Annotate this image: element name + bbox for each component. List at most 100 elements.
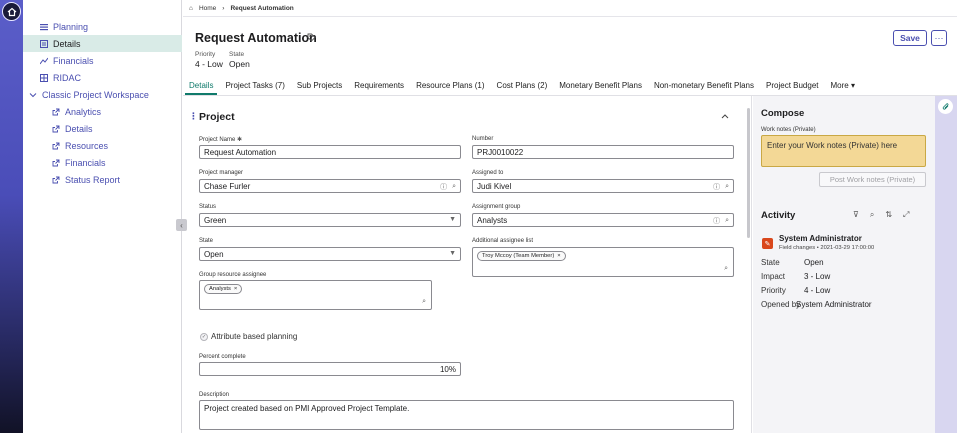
assigned-to-input[interactable]: Judi Kivel ⓘ ⌕ — [472, 179, 734, 193]
additional-assignee-label: Additional assignee list — [472, 238, 534, 244]
tab-non-monetary-benefit[interactable]: Non-monetary Benefit Plans — [648, 79, 760, 95]
tab-requirements[interactable]: Requirements — [348, 79, 410, 95]
info-icon[interactable]: ⓘ — [713, 216, 720, 226]
sidebar-item-planning[interactable]: Planning — [23, 18, 182, 35]
divider — [183, 16, 957, 17]
description-textarea[interactable]: Project created based on PMI Approved Pr… — [199, 400, 734, 430]
sidebar-item-analytics[interactable]: Analytics — [23, 103, 182, 120]
project-name-input[interactable]: Request Automation — [199, 145, 461, 159]
sidebar-item-label: Planning — [53, 21, 89, 32]
activity-field-label: Priority — [761, 286, 786, 295]
status-value: Green — [204, 215, 227, 225]
tab-resource-plans[interactable]: Resource Plans (1) — [410, 79, 490, 95]
tab-cost-plans[interactable]: Cost Plans (2) — [491, 79, 554, 95]
activity-toolbar: ⊽ ⌕ ⇅ ⤢ — [853, 210, 909, 220]
additional-assignee-input[interactable]: Troy Mccoy (Team Member) × ⌕ — [472, 247, 734, 277]
work-notes-label: Work notes (Private) — [761, 127, 816, 133]
attribute-planning-checkbox[interactable]: ✓ — [200, 333, 208, 341]
tab-monetary-benefit[interactable]: Monetary Benefit Plans — [553, 79, 648, 95]
state-field-value: Open — [204, 249, 224, 259]
activity-field-value: Open — [804, 258, 824, 267]
remove-chip-icon[interactable]: × — [234, 286, 237, 292]
group-resource-input[interactable]: Analysts × ⌕ — [199, 280, 432, 310]
tab-sub-projects[interactable]: Sub Projects — [291, 79, 348, 95]
group-resource-label: Group resource assignee — [199, 272, 267, 278]
details-icon — [39, 39, 48, 48]
tag-icon[interactable] — [307, 33, 316, 45]
project-manager-label: Project manager — [199, 170, 244, 176]
info-icon[interactable]: ⓘ — [440, 182, 447, 192]
breadcrumb-home[interactable]: Home — [199, 5, 216, 12]
priority-value: 4 - Low — [195, 59, 223, 69]
search-icon[interactable]: ⌕ — [422, 298, 426, 306]
sort-icon[interactable]: ⇅ — [885, 210, 892, 220]
drag-handle-icon[interactable]: ⋮ — [189, 111, 198, 122]
tab-more[interactable]: More ▾ — [825, 79, 861, 95]
search-icon[interactable]: ⌕ — [725, 217, 729, 225]
breadcrumb: ⌂ Home › Request Automation — [189, 5, 294, 12]
percent-complete-label: Percent complete — [199, 354, 246, 360]
chevron-up-icon[interactable] — [721, 112, 729, 121]
state-select[interactable]: Open ▼ — [199, 247, 461, 261]
search-icon[interactable]: ⌕ — [725, 183, 729, 191]
home-crumb-icon[interactable]: ⌂ — [189, 5, 193, 12]
assignment-group-label: Assignment group — [472, 204, 521, 210]
home-icon[interactable] — [2, 2, 21, 21]
remove-chip-icon[interactable]: × — [557, 253, 560, 259]
project-manager-value: Chase Furler — [204, 181, 251, 191]
tab-bar: Details Project Tasks (7) Sub Projects R… — [183, 79, 861, 95]
sidebar-item-financials-classic[interactable]: Financials — [23, 154, 182, 171]
compose-panel: Compose Work notes (Private) Enter your … — [753, 96, 935, 433]
post-work-notes-button[interactable]: Post Work notes (Private) — [819, 172, 926, 187]
project-manager-input[interactable]: Chase Furler ⓘ ⌕ — [199, 179, 461, 193]
sidebar-item-resources[interactable]: Resources — [23, 137, 182, 154]
search-icon[interactable]: ⌕ — [870, 210, 874, 220]
attachment-icon[interactable] — [938, 99, 953, 114]
tab-project-budget[interactable]: Project Budget — [760, 79, 824, 95]
right-rail — [935, 96, 957, 433]
assignment-group-input[interactable]: Analysts ⓘ ⌕ — [472, 213, 734, 227]
activity-field-value: 3 - Low — [804, 272, 831, 281]
tab-project-tasks[interactable]: Project Tasks (7) — [219, 79, 290, 95]
breadcrumb-current: Request Automation — [230, 5, 294, 12]
section-title: Project — [199, 111, 235, 123]
tab-details[interactable]: Details — [183, 79, 219, 95]
main-content: ⌂ Home › Request Automation Request Auto… — [183, 0, 957, 433]
sidebar-item-label: Details — [53, 38, 81, 49]
form-scrollbar[interactable] — [747, 108, 750, 238]
breadcrumb-separator: › — [222, 5, 225, 12]
search-icon[interactable]: ⌕ — [724, 265, 728, 273]
sidebar-item-label: Classic Project Workspace — [42, 89, 149, 100]
activity-field-label: State — [761, 258, 780, 267]
sidebar-item-financials[interactable]: Financials — [23, 52, 182, 69]
assignee-chip: Troy Mccoy (Team Member) × — [477, 251, 566, 261]
save-button[interactable]: Save — [893, 30, 927, 46]
number-input[interactable]: PRJ0010022 — [472, 145, 734, 159]
sidebar-item-status-report[interactable]: Status Report — [23, 171, 182, 188]
activity-title: Activity — [761, 210, 796, 221]
state-value: Open — [229, 59, 250, 69]
sidebar-item-details[interactable]: Details — [23, 35, 182, 52]
filter-icon[interactable]: ⊽ — [853, 210, 859, 220]
assigned-to-value: Judi Kivel — [477, 181, 512, 191]
external-link-icon — [51, 124, 60, 133]
sidebar-item-ridac[interactable]: RIDAC — [23, 69, 182, 86]
compose-title: Compose — [761, 108, 805, 119]
search-icon[interactable]: ⌕ — [452, 183, 456, 191]
status-select[interactable]: Green ▼ — [199, 213, 461, 227]
info-icon[interactable]: ⓘ — [713, 182, 720, 192]
work-notes-input[interactable]: Enter your Work notes (Private) here — [761, 135, 926, 167]
sidebar-item-details-classic[interactable]: Details — [23, 120, 182, 137]
list-icon — [39, 22, 48, 31]
state-field-label: State — [199, 238, 214, 244]
grid-icon — [39, 73, 48, 82]
external-link-icon — [51, 158, 60, 167]
expand-icon[interactable]: ⤢ — [903, 210, 909, 220]
external-link-icon — [51, 107, 60, 116]
sidebar-item-label: Analytics — [65, 106, 102, 117]
activity-subtitle: Field changes • 2021-03-29 17:00:00 — [779, 245, 875, 251]
percent-complete-input[interactable]: 10% — [199, 362, 461, 376]
sidebar-item-classic-workspace[interactable]: Classic Project Workspace — [23, 86, 182, 103]
more-actions-button[interactable]: ··· — [931, 30, 947, 46]
page-title: Request Automation — [195, 31, 317, 45]
